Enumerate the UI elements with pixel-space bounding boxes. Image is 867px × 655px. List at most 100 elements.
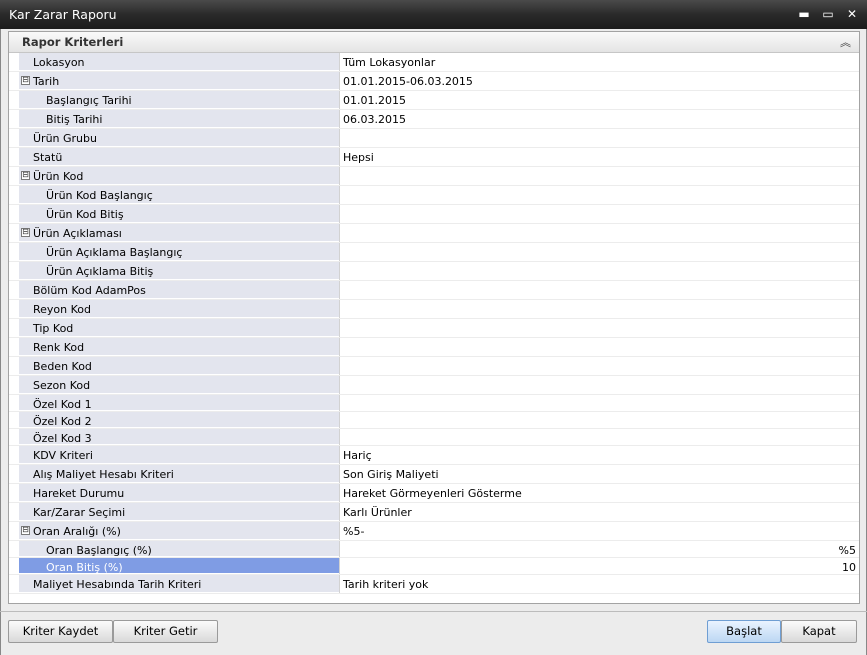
property-value-cell[interactable]: 01.01.2015 xyxy=(339,91,859,109)
property-value-cell[interactable] xyxy=(339,224,859,242)
table-row[interactable]: ⊟ Ürün Kod xyxy=(9,167,859,186)
property-value-cell[interactable] xyxy=(339,395,859,411)
table-row[interactable]: Renk Kod xyxy=(9,338,859,357)
property-value-cell[interactable]: Son Giriş Maliyeti xyxy=(339,465,859,483)
property-label-cell[interactable]: Ürün Kod Bitiş xyxy=(19,205,339,223)
table-row[interactable]: Hareket Durumu Hareket Görmeyenleri Göste… xyxy=(9,484,859,503)
property-label-cell[interactable]: ⊟ Ürün Kod xyxy=(19,167,339,185)
property-value-cell[interactable]: Karlı Ürünler xyxy=(339,503,859,521)
property-value-cell[interactable]: Hepsi xyxy=(339,148,859,166)
table-row[interactable]: Ürün Kod Bitiş xyxy=(9,205,859,224)
collapse-group-icon[interactable]: ⊟ xyxy=(21,171,30,180)
property-value-cell[interactable] xyxy=(339,281,859,299)
property-label-cell[interactable]: Tip Kod xyxy=(19,319,339,337)
panel-header[interactable]: Rapor Kriterleri ︽ xyxy=(9,32,859,53)
table-row[interactable]: ⊟ Tarih 01.01.2015-06.03.2015 xyxy=(9,72,859,91)
property-label-cell[interactable]: Sezon Kod xyxy=(19,376,339,394)
property-label-cell[interactable]: Kar/Zarar Seçimi xyxy=(19,503,339,521)
property-label-cell[interactable]: Ürün Kod Başlangıç xyxy=(19,186,339,204)
table-row[interactable]: Alış Maliyet Hesabı Kriteri Son Giriş Mal… xyxy=(9,465,859,484)
table-row[interactable]: Maliyet Hesabında Tarih Kriteri Tarih kri… xyxy=(9,575,859,594)
property-label-cell[interactable]: Alış Maliyet Hesabı Kriteri xyxy=(19,465,339,483)
table-row[interactable]: Beden Kod xyxy=(9,357,859,376)
property-label-cell[interactable]: Reyon Kod xyxy=(19,300,339,318)
property-label-cell[interactable]: ⊟ Tarih xyxy=(19,72,339,90)
table-row[interactable]: Tip Kod xyxy=(9,319,859,338)
table-row[interactable]: Bitiş Tarihi 06.03.2015 xyxy=(9,110,859,129)
table-row[interactable]: Ürün Açıklama Başlangıç xyxy=(9,243,859,262)
property-value-cell[interactable]: Hareket Görmeyenleri Gösterme xyxy=(339,484,859,502)
property-label-cell[interactable]: Başlangıç Tarihi xyxy=(19,91,339,109)
table-row[interactable]: Ürün Açıklama Bitiş xyxy=(9,262,859,281)
table-row[interactable]: Özel Kod 2 xyxy=(9,412,859,429)
table-row[interactable]: Kar/Zarar Seçimi Karlı Ürünler xyxy=(9,503,859,522)
property-value-cell[interactable] xyxy=(339,357,859,375)
property-value-cell[interactable] xyxy=(339,429,859,445)
table-row[interactable]: Bölüm Kod AdamPos xyxy=(9,281,859,300)
maximize-icon[interactable]: ▭ xyxy=(819,6,837,22)
table-row[interactable]: Ürün Kod Başlangıç xyxy=(9,186,859,205)
property-value-cell[interactable] xyxy=(339,412,859,428)
property-label-cell[interactable]: Bölüm Kod AdamPos xyxy=(19,281,339,299)
property-value-cell[interactable]: 10 xyxy=(339,558,859,574)
property-value-cell[interactable]: 01.01.2015-06.03.2015 xyxy=(339,72,859,90)
property-label-cell[interactable]: Özel Kod 2 xyxy=(19,412,339,428)
load-criteria-button[interactable]: Kriter Getir xyxy=(113,620,218,643)
property-label-cell[interactable]: Ürün Açıklama Bitiş xyxy=(19,262,339,280)
property-value-cell[interactable] xyxy=(339,338,859,356)
save-criteria-button[interactable]: Kriter Kaydet xyxy=(8,620,113,643)
table-row[interactable]: Oran Başlangıç (%) %5 xyxy=(9,541,859,558)
property-value-cell[interactable]: Hariç xyxy=(339,446,859,464)
start-button[interactable]: Başlat xyxy=(707,620,781,643)
property-label-cell[interactable]: Oran Başlangıç (%) xyxy=(19,541,339,557)
property-label-cell[interactable]: Beden Kod xyxy=(19,357,339,375)
property-label-cell[interactable]: Maliyet Hesabında Tarih Kriteri xyxy=(19,575,339,593)
collapse-group-icon[interactable]: ⊟ xyxy=(21,228,30,237)
property-label-cell[interactable]: Lokasyon xyxy=(19,53,339,71)
table-row[interactable]: KDV Kriteri Hariç xyxy=(9,446,859,465)
table-row[interactable]: ⊟ Ürün Açıklaması xyxy=(9,224,859,243)
property-label-cell[interactable]: Statü xyxy=(19,148,339,166)
table-row[interactable]: Sezon Kod xyxy=(9,376,859,395)
collapse-icon[interactable]: ︽ xyxy=(840,34,851,50)
property-value-cell[interactable]: 06.03.2015 xyxy=(339,110,859,128)
property-label-cell[interactable]: ⊟ Oran Aralığı (%) xyxy=(19,522,339,540)
table-row[interactable]: Ürün Grubu xyxy=(9,129,859,148)
property-value-cell[interactable] xyxy=(339,205,859,223)
property-value-cell[interactable] xyxy=(339,129,859,147)
close-button[interactable]: Kapat xyxy=(781,620,857,643)
property-label-cell[interactable]: Özel Kod 3 xyxy=(19,429,339,445)
property-label-cell[interactable]: Bitiş Tarihi xyxy=(19,110,339,128)
table-row[interactable]: Özel Kod 3 xyxy=(9,429,859,446)
table-row[interactable]: Statü Hepsi xyxy=(9,148,859,167)
property-label-cell[interactable]: ⊟ Ürün Açıklaması xyxy=(19,224,339,242)
property-label-cell[interactable]: Özel Kod 1 xyxy=(19,395,339,411)
property-value-cell[interactable]: %5- xyxy=(339,522,859,540)
property-value-cell[interactable]: Tarih kriteri yok xyxy=(339,575,859,593)
property-value-cell[interactable] xyxy=(339,300,859,318)
property-value-cell[interactable] xyxy=(339,167,859,185)
close-icon[interactable]: ✕ xyxy=(843,6,861,22)
property-value-cell[interactable] xyxy=(339,186,859,204)
property-value-cell[interactable]: Tüm Lokasyonlar xyxy=(339,53,859,71)
minimize-icon[interactable]: ▬ xyxy=(795,6,813,22)
property-value-cell[interactable] xyxy=(339,319,859,337)
property-value-cell[interactable] xyxy=(339,243,859,261)
property-label-cell[interactable]: Oran Bitiş (%) xyxy=(19,558,339,574)
property-value-cell[interactable] xyxy=(339,376,859,394)
property-label-cell[interactable]: Hareket Durumu xyxy=(19,484,339,502)
collapse-group-icon[interactable]: ⊟ xyxy=(21,526,30,535)
property-label-cell[interactable]: Renk Kod xyxy=(19,338,339,356)
table-row[interactable]: ⊟ Oran Aralığı (%) %5- xyxy=(9,522,859,541)
property-value-cell[interactable] xyxy=(339,262,859,280)
property-label-cell[interactable]: KDV Kriteri xyxy=(19,446,339,464)
property-value-cell[interactable]: %5 xyxy=(339,541,859,557)
table-row[interactable]: Reyon Kod xyxy=(9,300,859,319)
table-row[interactable]: Oran Bitiş (%) 10 xyxy=(9,558,859,575)
property-label-cell[interactable]: Ürün Grubu xyxy=(19,129,339,147)
table-row[interactable]: Başlangıç Tarihi 01.01.2015 xyxy=(9,91,859,110)
collapse-group-icon[interactable]: ⊟ xyxy=(21,76,30,85)
property-label-cell[interactable]: Ürün Açıklama Başlangıç xyxy=(19,243,339,261)
table-row[interactable]: Lokasyon Tüm Lokasyonlar xyxy=(9,53,859,72)
table-row[interactable]: Özel Kod 1 xyxy=(9,395,859,412)
